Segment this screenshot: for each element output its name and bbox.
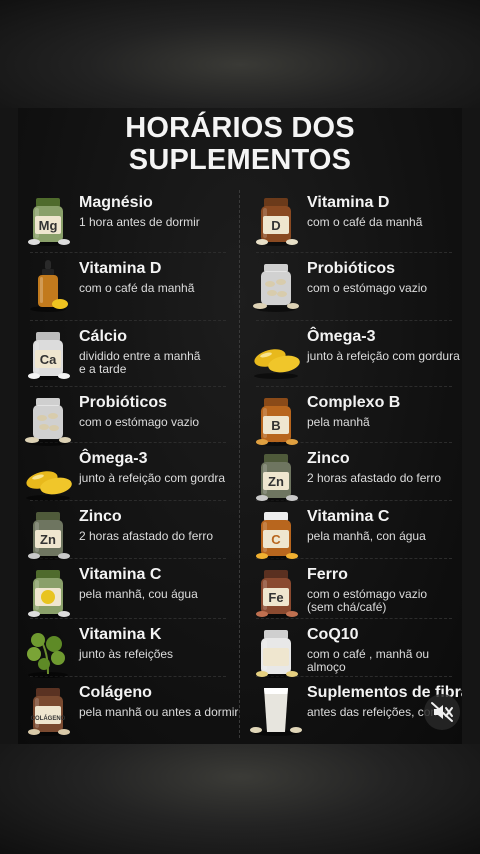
fiber-glass-icon	[248, 682, 304, 738]
supplement-timing: junto às refeições	[79, 647, 174, 661]
supplement-timing: com o café da manhã	[79, 281, 195, 295]
supplement-timing: com o estómago vazio	[79, 415, 200, 429]
supplement-name: Ômega-3	[79, 450, 148, 467]
svg-text:Fe: Fe	[268, 590, 283, 605]
supplement-item: Zn Zinco 2 horas afastado do ferro	[20, 506, 236, 562]
supplement-item: Ca Cálcio dividido entre a manhã e a tarde	[20, 326, 236, 382]
svg-text:B: B	[271, 418, 280, 433]
supplement-name: Zinco	[307, 450, 350, 467]
speaker-muted-icon	[431, 702, 453, 722]
poster-title: HORÁRIOS DOS SUPLEMENTOS	[18, 112, 462, 176]
row-separator	[256, 320, 452, 321]
supplement-name: CoQ10	[307, 626, 359, 643]
supplement-item: Probióticos com o estómago vazio	[248, 258, 462, 314]
supplement-timing: pela manhã	[307, 415, 370, 429]
supplement-timing: com o estómago vazio (sem chá/café)	[307, 587, 428, 614]
magnesium-jar-icon: Mg	[20, 192, 76, 248]
supplement-item: Vitamina C pela manhã, cou água	[20, 564, 236, 620]
supplement-name: Complexo B	[307, 394, 401, 411]
supplement-name: Colágeno	[79, 684, 152, 701]
svg-text:Zn: Zn	[268, 474, 284, 489]
supplement-item: Mg Magnésio 1 hora antes de dormir	[20, 192, 236, 248]
b-complex-jar-icon: B	[248, 392, 304, 448]
blurred-background-top	[0, 0, 480, 108]
omega-softgel-icon	[20, 448, 76, 504]
supplement-item: CoQ10 com o café , manhã ou almoço	[248, 624, 462, 680]
supplement-name: Zinco	[79, 508, 122, 525]
supplement-item: Zn Zinco 2 horas afastado do ferro	[248, 448, 462, 504]
svg-text:Mg: Mg	[39, 218, 58, 233]
supplement-item: B Complexo B pela manhã	[248, 392, 462, 448]
supplement-timing: com o café da manhã	[307, 215, 423, 229]
calcium-jar-icon: Ca	[20, 326, 76, 382]
iron-jar-icon: Fe	[248, 564, 304, 620]
row-separator	[256, 252, 452, 253]
supplement-timing: dividido entre a manhã e a tarde	[79, 349, 201, 376]
svg-text:Zn: Zn	[40, 532, 56, 547]
coq10-jar-icon	[248, 624, 304, 680]
title-line-1: HORÁRIOS DOS	[125, 112, 355, 144]
svg-text:COLÁGENO: COLÁGENO	[31, 715, 66, 722]
supplement-item: Fe Ferro com o estómago vazio (sem chá/caf…	[248, 564, 462, 620]
svg-text:Ca: Ca	[40, 352, 57, 367]
supplement-name: Vitamina K	[79, 626, 162, 643]
vitamin-d-jar-icon: D	[248, 192, 304, 248]
mute-toggle-button[interactable]	[424, 694, 460, 730]
supplement-item: Ômega-3 junto à refeição com gordra	[20, 448, 236, 504]
column-divider	[239, 190, 240, 738]
supplement-timing: pela manhã ou antes a dormir	[79, 705, 239, 719]
blurred-background-bottom	[0, 744, 480, 854]
row-separator	[256, 386, 452, 387]
supplement-name: Probióticos	[79, 394, 168, 411]
supplement-name: Cálcio	[79, 328, 128, 345]
collagen-jar-icon: COLÁGENO	[20, 682, 76, 738]
supplement-name: Vitamina C	[307, 508, 390, 525]
supplement-item: Vitamina K junto às refeições	[20, 624, 236, 680]
row-separator	[30, 320, 226, 321]
supplement-name: Vitamina C	[79, 566, 162, 583]
probiotic-jar-icon	[248, 258, 304, 314]
supplement-name: Probióticos	[307, 260, 396, 277]
supplement-name: Vitamina D	[79, 260, 162, 277]
supplement-timing: pela manhã, cou água	[79, 587, 198, 601]
zinc-jar-icon: Zn	[20, 506, 76, 562]
supplement-timing: 1 hora antes de dormir	[79, 215, 200, 229]
vitamin-c-jar-icon: C	[248, 506, 304, 562]
leafy-greens-icon	[20, 624, 76, 680]
omega-softgel-icon	[248, 326, 304, 382]
supplement-timing: pela manhã, con água	[307, 529, 426, 543]
supplement-item: Probióticos com o estómago vazio	[20, 392, 236, 448]
row-separator	[30, 252, 226, 253]
vitamin-c-jar-icon	[20, 564, 76, 620]
supplement-schedule-poster: HORÁRIOS DOS SUPLEMENTOS Mg Magnésio 1 hor…	[18, 108, 462, 744]
supplement-name: Magnésio	[79, 194, 153, 211]
dropper-bottle-icon	[20, 258, 76, 314]
supplement-item: COLÁGENO Colágeno pela manhã ou antes a do…	[20, 682, 239, 738]
supplement-timing: junto à refeição com gordura	[307, 349, 460, 363]
probiotic-capsules-icon	[20, 392, 76, 448]
svg-text:C: C	[271, 532, 281, 547]
supplement-name: Ômega-3	[307, 328, 376, 345]
supplement-timing: 2 horas afastado do ferro	[79, 529, 214, 543]
supplement-name: Vitamina D	[307, 194, 390, 211]
zinc-jar-icon: Zn	[248, 448, 304, 504]
supplement-item: D Vitamina D com o café da manhã	[248, 192, 462, 248]
supplement-item: C Vitamina C pela manhã, con água	[248, 506, 462, 562]
supplement-item: Vitamina D com o café da manhã	[20, 258, 236, 314]
supplement-timing: com o estómago vazio	[307, 281, 428, 295]
row-separator	[30, 386, 226, 387]
title-line-2: SUPLEMENTOS	[128, 144, 352, 176]
svg-text:D: D	[271, 218, 280, 233]
supplement-name: Ferro	[307, 566, 348, 583]
supplement-timing: com o café , manhã ou almoço	[307, 647, 430, 674]
supplement-timing: 2 horas afastado do ferro	[307, 471, 442, 485]
supplement-timing: junto à refeição com gordra	[79, 471, 226, 485]
supplement-item: Ômega-3 junto à refeição com gordura	[248, 326, 462, 382]
